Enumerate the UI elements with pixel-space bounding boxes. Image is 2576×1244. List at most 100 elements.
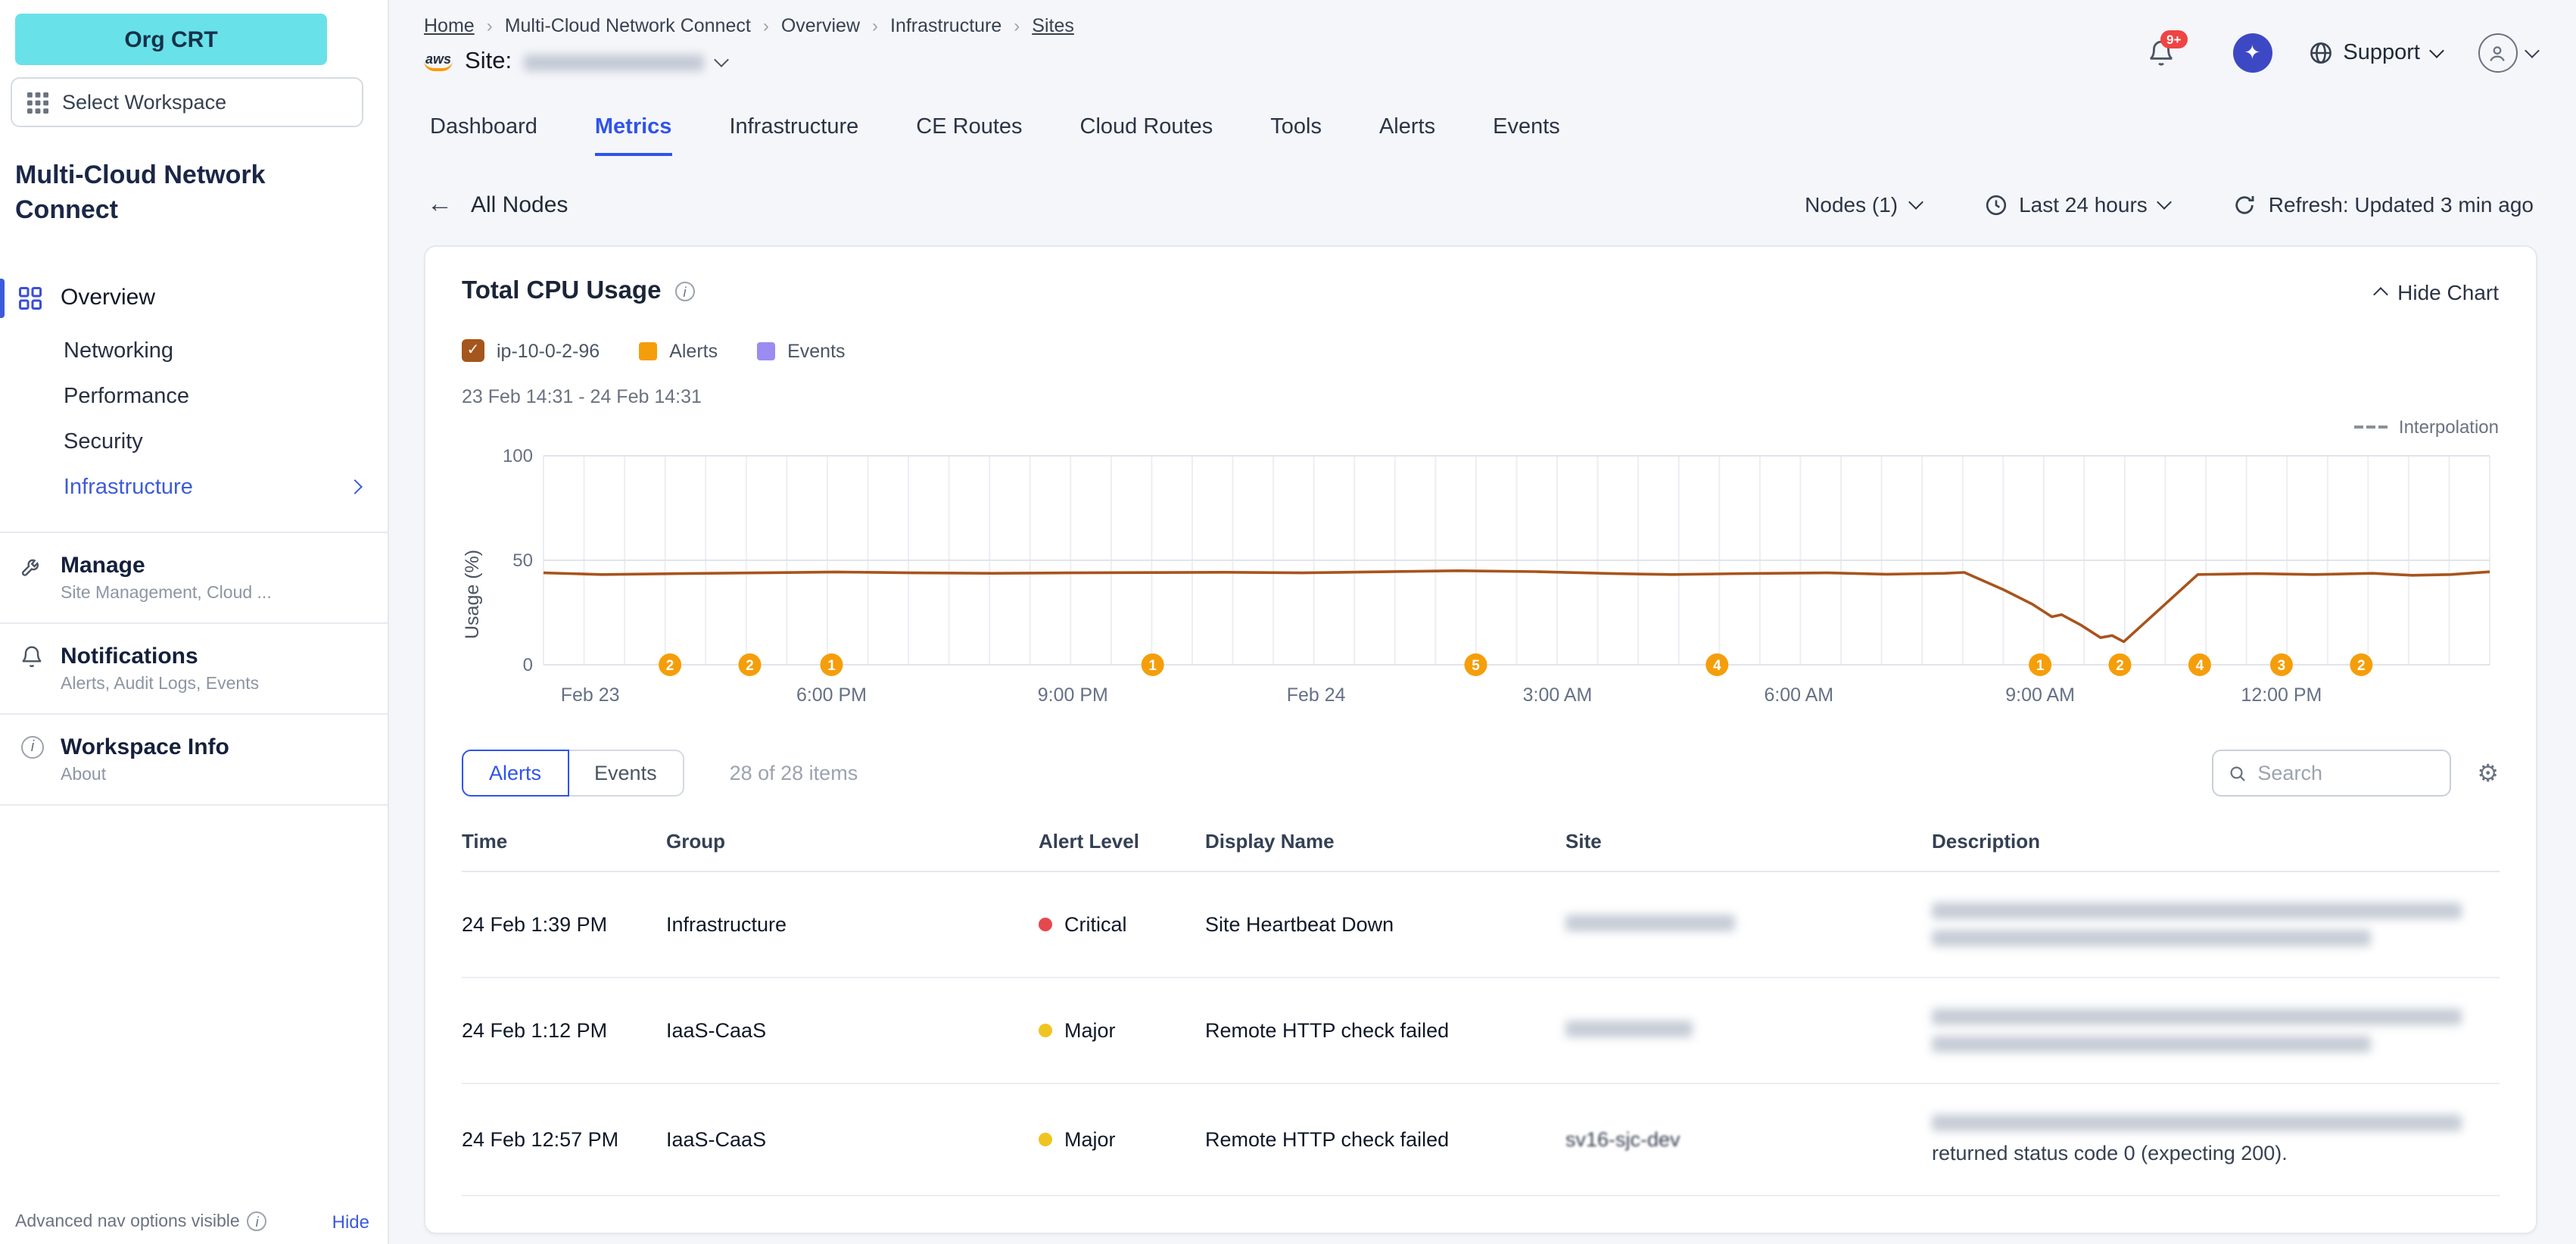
time-range-dropdown[interactable]: Last 24 hours — [1984, 192, 2170, 217]
nodes-filter-dropdown[interactable]: Nodes (1) — [1805, 192, 1920, 217]
chart-area: Usage (%) 050100Feb 236:00 PM9:00 PMFeb … — [462, 441, 2499, 710]
tab-alerts[interactable]: Alerts — [1379, 115, 1435, 156]
info-icon[interactable]: i — [674, 282, 694, 301]
breadcrumb-home[interactable]: Home — [424, 15, 475, 36]
overview-grid-icon — [17, 285, 44, 312]
col-site: Site — [1565, 830, 1917, 853]
breadcrumb-multi-cloud[interactable]: Multi-Cloud Network Connect — [505, 15, 751, 36]
chevron-down-icon — [1908, 195, 1923, 210]
assistant-button[interactable]: ✦ — [2232, 33, 2272, 73]
site-selector[interactable]: aws Site: — [424, 48, 1074, 76]
time-range-label: Last 24 hours — [2019, 192, 2148, 217]
aws-icon: aws — [424, 53, 453, 71]
sidebar-item-performance[interactable]: Performance — [0, 374, 388, 419]
page-tabs: Dashboard Metrics Infrastructure CE Rout… — [389, 76, 2576, 156]
list-controls: Alerts Events 28 of 28 items ⚙ — [462, 750, 2499, 797]
cell-alert-level: Critical — [1039, 913, 1190, 936]
events-swatch — [757, 341, 775, 360]
svg-text:12:00 PM: 12:00 PM — [2241, 684, 2322, 706]
tab-cloud-routes[interactable]: Cloud Routes — [1080, 115, 1213, 156]
select-workspace-label: Select Workspace — [62, 91, 226, 114]
svg-text:2: 2 — [666, 658, 674, 674]
tab-events[interactable]: Events — [1493, 115, 1560, 156]
search-box[interactable] — [2212, 750, 2451, 797]
tab-ce-routes[interactable]: CE Routes — [916, 115, 1022, 156]
search-icon — [2229, 762, 2247, 784]
tab-dashboard[interactable]: Dashboard — [430, 115, 537, 156]
back-arrow-button[interactable]: ← — [427, 189, 453, 220]
cell-alert-level: Major — [1039, 1019, 1190, 1042]
hide-chart-button[interactable]: Hide Chart — [2375, 279, 2499, 304]
description-text: returned status code 0 (expecting 200). — [1932, 1142, 2499, 1164]
hide-nav-link[interactable]: Hide — [332, 1211, 369, 1232]
redacted-text — [1932, 930, 2371, 946]
sidebar-item-networking[interactable]: Networking — [0, 329, 388, 374]
sidebar-footer: Advanced nav options visible i Hide — [15, 1211, 369, 1232]
svg-text:3: 3 — [2278, 658, 2286, 674]
sidebar-item-security[interactable]: Security — [0, 419, 388, 465]
items-count: 28 of 28 items — [730, 762, 858, 784]
legend-alerts[interactable]: Alerts — [639, 340, 718, 361]
tab-infrastructure[interactable]: Infrastructure — [729, 115, 858, 156]
breadcrumb-separator-icon: › — [1014, 15, 1020, 36]
dashed-line-icon — [2355, 426, 2388, 429]
cell-site — [1565, 1019, 1917, 1042]
metrics-toolbar: ← All Nodes Nodes (1) Last 24 hours — [389, 156, 2576, 220]
tab-metrics[interactable]: Metrics — [595, 115, 672, 156]
sidebar-section-manage[interactable]: Manage Site Management, Cloud ... — [0, 533, 388, 624]
org-button[interactable]: Org CRT — [15, 14, 327, 65]
svg-text:2: 2 — [2116, 658, 2124, 674]
legend-events[interactable]: Events — [757, 340, 845, 361]
chevron-down-icon — [2428, 43, 2444, 58]
status-dot — [1039, 1133, 1052, 1146]
svg-text:9:00 AM: 9:00 AM — [2005, 684, 2075, 706]
wrench-icon — [20, 554, 45, 603]
svg-text:3:00 AM: 3:00 AM — [1523, 684, 1593, 706]
tab-tools[interactable]: Tools — [1270, 115, 1322, 156]
cell-group: IaaS-CaaS — [666, 1019, 1023, 1042]
alerts-tab-button[interactable]: Alerts — [462, 750, 568, 797]
support-menu[interactable]: Support — [2308, 41, 2441, 65]
cell-display-name: Remote HTTP check failed — [1205, 1128, 1550, 1151]
col-time: Time — [462, 830, 651, 853]
breadcrumb-infrastructure[interactable]: Infrastructure — [890, 15, 1001, 36]
table-row[interactable]: 24 Feb 1:39 PM Infrastructure Critical S… — [462, 872, 2499, 978]
sidebar-section-workspace-info[interactable]: i Workspace Info About — [0, 715, 388, 806]
breadcrumb: Home › Multi-Cloud Network Connect › Ove… — [424, 9, 1074, 36]
user-menu[interactable] — [2478, 33, 2537, 73]
svg-text:5: 5 — [1472, 658, 1480, 674]
alerts-table: Time Group Alert Level Display Name Site… — [462, 830, 2499, 1196]
search-input[interactable] — [2257, 762, 2434, 784]
sidebar-item-infrastructure[interactable]: Infrastructure — [0, 465, 388, 510]
svg-text:0: 0 — [523, 655, 533, 675]
legend-alerts-label: Alerts — [669, 340, 718, 361]
col-display-name: Display Name — [1205, 830, 1550, 853]
nodes-filter-label: Nodes (1) — [1805, 192, 1898, 217]
svg-text:1: 1 — [827, 658, 836, 674]
breadcrumb-separator-icon: › — [487, 15, 493, 36]
refresh-button[interactable]: Refresh: Updated 3 min ago — [2234, 192, 2534, 217]
sidebar-item-label: Security — [64, 430, 143, 454]
notifications-bell-button[interactable]: 9+ — [2146, 39, 2175, 67]
table-row[interactable]: 24 Feb 1:12 PM IaaS-CaaS Major Remote HT… — [462, 978, 2499, 1084]
select-workspace-button[interactable]: Select Workspace — [11, 77, 363, 127]
table-row[interactable]: 24 Feb 12:57 PM IaaS-CaaS Major Remote H… — [462, 1084, 2499, 1196]
svg-text:50: 50 — [512, 550, 533, 571]
table-settings-gear-icon[interactable]: ⚙ — [2477, 758, 2499, 788]
sidebar-section-notifications[interactable]: Notifications Alerts, Audit Logs, Events — [0, 624, 388, 715]
svg-text:4: 4 — [2196, 658, 2204, 674]
series-checkbox-checked[interactable]: ✓ — [462, 339, 484, 362]
breadcrumb-separator-icon: › — [872, 15, 878, 36]
events-tab-button[interactable]: Events — [568, 750, 684, 797]
cpu-usage-chart: 050100Feb 236:00 PM9:00 PMFeb 243:00 AM6… — [492, 441, 2499, 710]
breadcrumb-overview[interactable]: Overview — [781, 15, 860, 36]
site-label: Site: — [465, 48, 512, 76]
breadcrumb-separator-icon: › — [763, 15, 769, 36]
sidebar-item-overview[interactable]: Overview — [0, 268, 388, 329]
series-toggle[interactable]: ✓ ip-10-0-2-96 — [462, 339, 600, 362]
breadcrumb-sites[interactable]: Sites — [1032, 15, 1074, 36]
svg-text:2: 2 — [2357, 658, 2366, 674]
redacted-text — [1932, 903, 2462, 919]
globe-icon — [2308, 41, 2332, 65]
section-subtitle: Alerts, Audit Logs, Events — [61, 675, 259, 694]
